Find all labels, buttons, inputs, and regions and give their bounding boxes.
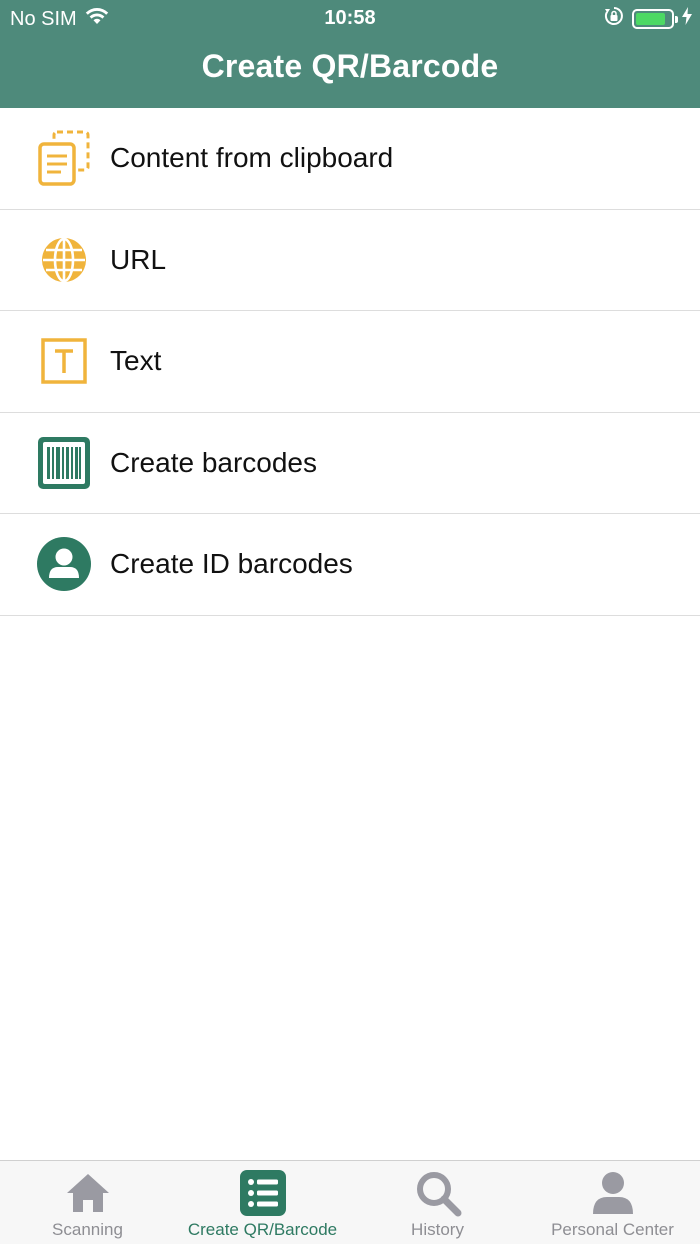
menu-item-label: URL — [110, 243, 167, 275]
tab-label: Scanning — [52, 1220, 123, 1239]
tab-label: History — [411, 1220, 464, 1239]
list-icon — [238, 1170, 288, 1216]
tab-create-qr-barcode[interactable]: Create QR/Barcode — [175, 1161, 350, 1244]
battery-fill — [636, 13, 665, 25]
rotation-lock-icon — [604, 6, 624, 32]
menu-item-label: Create ID barcodes — [110, 548, 353, 580]
menu-item-url[interactable]: URL — [0, 209, 700, 311]
person-icon — [588, 1170, 638, 1216]
tab-label: Personal Center — [551, 1220, 674, 1239]
menu-item-text[interactable]: Text — [0, 311, 700, 413]
create-options-list: Content from clipboard URL Text Create b… — [0, 108, 700, 616]
tab-scanning[interactable]: Scanning — [0, 1161, 175, 1244]
menu-item-clipboard[interactable]: Content from clipboard — [0, 108, 700, 210]
header: No SIM 10:58 Create QR/Barcode — [0, 0, 700, 108]
charging-icon — [682, 7, 692, 31]
menu-item-label: Text — [110, 345, 162, 377]
menu-item-label: Create barcodes — [110, 446, 318, 478]
menu-item-barcode[interactable]: Create barcodes — [0, 412, 700, 514]
tab-bar: Scanning Create QR/Barcode History Perso… — [0, 1160, 700, 1244]
page-title: Create QR/Barcode — [201, 48, 499, 84]
menu-item-id-barcode[interactable]: Create ID barcodes — [0, 514, 700, 616]
tab-label: Create QR/Barcode — [187, 1220, 338, 1239]
clock: 10:58 — [324, 7, 376, 29]
text-icon — [36, 333, 92, 389]
globe-icon — [36, 232, 92, 288]
tab-history[interactable]: History — [350, 1161, 525, 1244]
barcode-icon — [36, 435, 92, 491]
status-bar: No SIM 10:58 — [0, 0, 700, 36]
home-icon — [63, 1170, 113, 1216]
menu-item-label: Content from clipboard — [110, 142, 394, 174]
status-indicators — [604, 6, 692, 32]
person-icon — [36, 536, 92, 592]
tab-personal-center[interactable]: Personal Center — [525, 1161, 700, 1244]
clipboard-icon — [36, 130, 92, 186]
battery-icon — [632, 9, 678, 29]
search-icon — [413, 1170, 463, 1217]
